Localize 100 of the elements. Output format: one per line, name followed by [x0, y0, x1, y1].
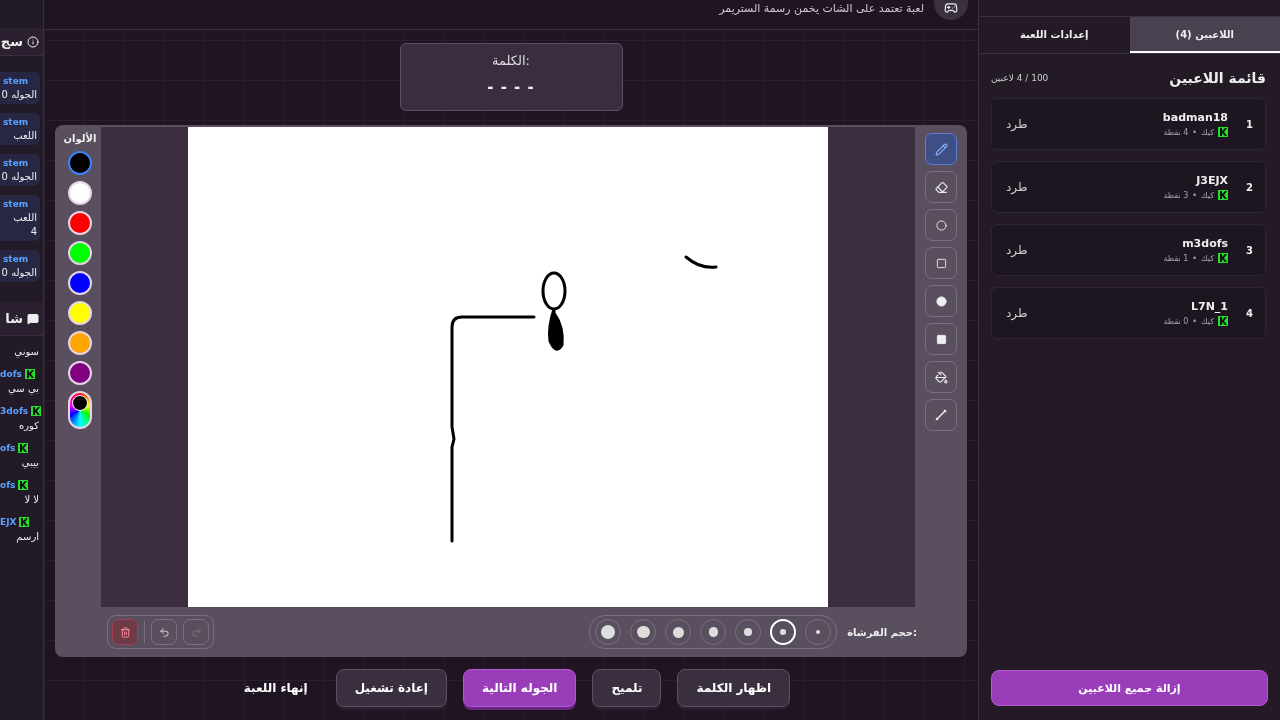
filled-circle-icon	[935, 295, 947, 307]
kick-logo-icon	[18, 480, 29, 490]
player-name: badman18	[1162, 111, 1229, 124]
brush-size-label: حجم الفرشاة:	[847, 626, 917, 638]
colors-title: الألوان	[63, 133, 97, 144]
message-text: اللعب	[13, 212, 37, 223]
chat-message: بيبي	[21, 457, 39, 468]
player-rank: 1	[1246, 118, 1253, 130]
fill-bucket-tool[interactable]	[925, 361, 957, 393]
action-button[interactable]: إعادة تشغيل	[335, 669, 447, 707]
chat-message: بي سي	[8, 383, 39, 394]
panel-tab[interactable]: اللاعبين (4)	[1129, 17, 1280, 53]
circle-tool[interactable]	[925, 209, 957, 241]
separator-dot: •	[1192, 190, 1198, 200]
kick-button[interactable]: طرد	[1006, 306, 1028, 320]
log-title: سج	[0, 34, 23, 49]
player-name: m3dofs	[1182, 237, 1229, 250]
word-label: الكلمة:	[492, 53, 530, 68]
player-platform: كيك	[1201, 190, 1215, 200]
pencil-tool[interactable]	[925, 133, 957, 165]
message-source: stem	[3, 199, 29, 209]
player-name: J3EJX	[1196, 174, 1229, 187]
separator-dot: •	[1192, 127, 1198, 137]
brush-size-button[interactable]	[735, 619, 762, 645]
game-subtitle: لعبة تعتمد على الشات يخمن رسمة الستريمر	[719, 2, 924, 15]
undo-icon	[158, 626, 170, 638]
players-title: قائمة اللاعبين	[1169, 70, 1266, 86]
message-source: stem	[3, 158, 29, 168]
eraser-tool[interactable]	[925, 171, 957, 203]
remove-all-button[interactable]: إزالة جميع اللاعبين	[991, 670, 1268, 706]
message-source: stem	[3, 76, 29, 86]
message-text: الجوله 0	[1, 267, 37, 278]
message-text: الجوله 0	[1, 171, 37, 182]
paint-bucket-icon	[934, 370, 948, 384]
circle-icon	[935, 219, 947, 231]
player-rank: 2	[1246, 181, 1253, 193]
player-rank: 4	[1246, 307, 1253, 319]
player-points: 3 نقطة	[1163, 190, 1189, 200]
message-text: اللعب	[13, 130, 37, 141]
kick-logo-icon	[19, 517, 30, 527]
chat-username: ofs	[0, 443, 16, 453]
rectangle-tool[interactable]	[925, 247, 957, 279]
pencil-icon	[934, 142, 948, 156]
message-text: الجوله 0	[1, 89, 37, 100]
line-icon	[935, 409, 947, 421]
player-platform: كيك	[1201, 253, 1215, 263]
separator-dot: •	[1192, 253, 1198, 263]
chat-message: سوني	[14, 346, 39, 357]
action-button[interactable]: تلميح	[592, 669, 662, 707]
chat-message: لا لا	[24, 494, 39, 505]
kick-logo-icon	[1218, 316, 1229, 326]
kick-button[interactable]: طرد	[1006, 243, 1028, 257]
kick-logo-icon	[1218, 127, 1229, 137]
end-game-link[interactable]: إنهاء اللعبة	[231, 681, 320, 695]
kick-logo-icon	[1218, 253, 1229, 263]
kick-logo-icon	[1218, 190, 1229, 200]
color-picker[interactable]	[68, 391, 92, 429]
player-name: L7N_1	[1191, 300, 1229, 313]
player-points: 0 نقطة	[1163, 316, 1189, 326]
player-platform: كيك	[1201, 127, 1215, 137]
kick-logo-icon	[24, 369, 35, 379]
chat-username: dofs	[0, 369, 22, 379]
gamepad-icon	[944, 1, 958, 15]
chat-title: شا	[5, 311, 23, 326]
chat-username: EJX	[0, 517, 17, 527]
word-hint: - - - -	[487, 78, 535, 96]
players-count: 100 / 4 لاعبين	[991, 73, 1049, 83]
kick-button[interactable]: طرد	[1006, 180, 1028, 194]
player-rank: 3	[1246, 244, 1253, 256]
message-text: 4	[30, 226, 37, 237]
brush-size-button[interactable]	[665, 619, 692, 645]
info-icon	[27, 35, 39, 48]
brush-size-button[interactable]	[630, 619, 657, 645]
kick-button[interactable]: طرد	[1006, 117, 1028, 131]
chat-icon	[27, 312, 39, 325]
chat-message: كوره	[19, 420, 39, 431]
color-swatch[interactable]	[68, 151, 92, 175]
chat-message: ارسم	[16, 531, 39, 542]
eraser-icon	[934, 180, 948, 194]
clear-button[interactable]	[112, 619, 138, 645]
kick-logo-icon	[18, 443, 29, 453]
filled-circle-tool[interactable]	[925, 285, 957, 317]
message-source: stem	[3, 254, 29, 264]
brush-size-button[interactable]	[700, 619, 727, 645]
trash-icon	[119, 626, 131, 638]
panel-tab[interactable]: إعدادات اللعبة	[979, 17, 1130, 53]
player-points: 4 نقطة	[1163, 127, 1189, 137]
action-button[interactable]: الجوله التالية	[463, 669, 577, 707]
undo-button[interactable]	[151, 619, 177, 645]
player-points: 1 نقطة	[1163, 253, 1189, 263]
message-source: stem	[3, 117, 29, 127]
brush-size-button[interactable]	[595, 619, 622, 645]
filled-square-icon	[935, 333, 947, 345]
filled-rectangle-tool[interactable]	[925, 323, 957, 355]
kick-logo-icon	[31, 406, 42, 416]
separator-dot: •	[1192, 316, 1198, 326]
line-tool[interactable]	[925, 399, 957, 431]
action-button[interactable]: اظهار الكلمة	[677, 669, 791, 707]
square-icon	[935, 257, 947, 269]
redo-icon	[190, 626, 202, 638]
